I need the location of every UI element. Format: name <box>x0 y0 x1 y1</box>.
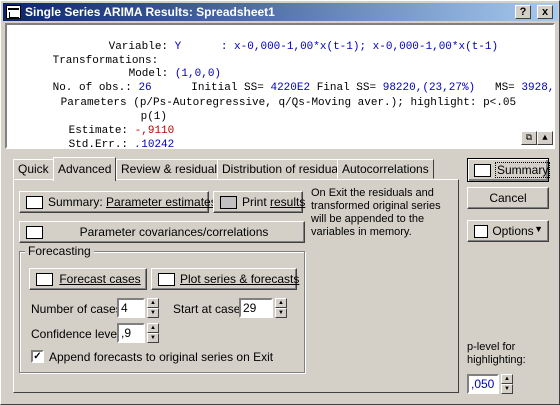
tab-distribution-residuals[interactable]: Distribution of residuals <box>217 159 352 179</box>
stderr-label: Std.Err.: <box>68 139 129 149</box>
start-at-input[interactable]: 29 <box>239 298 273 318</box>
plot-series-forecasts-button[interactable]: Plot series & forecasts <box>151 268 300 290</box>
start-at-up-icon[interactable]: ▲ <box>275 298 287 308</box>
options-label: Options <box>492 224 534 238</box>
num-cases-label: Number of cases: <box>31 302 126 316</box>
start-at-down-icon[interactable]: ▼ <box>275 308 287 318</box>
param-cov-label: Parameter covariances/correlations <box>79 225 269 239</box>
stderr-value: ,10242 <box>134 139 175 149</box>
title-bar: Single Series ARIMA Results: Spreadsheet… <box>3 3 558 21</box>
plot-series-label: Plot series & forecasts <box>180 272 300 286</box>
start-at-label: Start at case: <box>173 302 244 316</box>
print-results-label: results <box>270 195 306 209</box>
num-cases-up-icon[interactable]: ▲ <box>147 298 159 308</box>
options-icon <box>474 225 488 238</box>
spreadsheet-icon <box>6 5 21 19</box>
confidence-input[interactable]: ,9 <box>117 323 145 343</box>
close-button[interactable]: x <box>537 5 553 19</box>
cancel-label: Cancel <box>489 191 527 205</box>
tab-quick[interactable]: Quick <box>13 159 54 179</box>
append-forecasts-checkbox[interactable]: ✓ <box>31 350 44 363</box>
printer-icon <box>220 196 237 209</box>
variable-desc: : x-0,000-1,00*x(t-1); x-0,000-1,00*x(t-… <box>220 41 499 53</box>
variable-name: Y <box>174 41 182 53</box>
grid-icon <box>26 226 43 239</box>
options-button[interactable]: Options ▼ <box>467 220 549 242</box>
help-button[interactable]: ? <box>515 5 531 19</box>
plevel-down-icon[interactable]: ▼ <box>501 384 513 394</box>
tab-autocorrelations[interactable]: Autocorrelations <box>337 159 434 179</box>
exit-note: On Exit the residuals and transformed or… <box>311 187 441 238</box>
cancel-button[interactable]: Cancel <box>467 187 549 209</box>
confidence-label: Confidence level: <box>31 327 124 341</box>
forecasting-group-title: Forecasting <box>25 244 94 258</box>
print-prefix: Print <box>242 195 271 209</box>
forecast-cases-label: Forecast cases <box>59 272 141 286</box>
summary-button[interactable]: Summary <box>467 158 551 182</box>
forecast-cases-button[interactable]: Forecast cases <box>29 268 147 290</box>
summary-label: Summary <box>494 162 551 178</box>
summary-param-label: Parameter estimates <box>106 195 217 209</box>
parameter-covariances-button[interactable]: Parameter covariances/correlations <box>19 221 305 243</box>
confidence-down-icon[interactable]: ▼ <box>147 333 159 343</box>
expand-up-icon[interactable]: ▲ <box>537 131 553 145</box>
copy-icon[interactable]: ⧉ <box>521 131 537 145</box>
plevel-input[interactable]: ,050 <box>467 374 499 394</box>
window-title: Single Series ARIMA Results: Spreadsheet… <box>25 5 275 19</box>
results-output-area[interactable]: Variable: Y : x-0,000-1,00*x(t-1); x-0,0… <box>5 23 555 149</box>
plevel-up-icon[interactable]: ▲ <box>501 374 513 384</box>
forecast-table-icon <box>36 273 53 286</box>
dropdown-arrow-icon: ▼ <box>534 224 543 234</box>
num-cases-down-icon[interactable]: ▼ <box>147 308 159 318</box>
confidence-up-icon[interactable]: ▲ <box>147 323 159 333</box>
tab-review-residuals[interactable]: Review & residuals <box>116 159 229 179</box>
append-forecasts-label: Append forecasts to original series on E… <box>49 350 274 364</box>
ms-value: 3928,8 <box>521 82 555 94</box>
print-results-button[interactable]: Print results <box>213 191 306 213</box>
summary-parameter-estimates-button[interactable]: Summary: Parameter estimates <box>19 191 217 213</box>
tab-advanced[interactable]: Advanced <box>53 157 117 181</box>
num-cases-input[interactable]: 4 <box>117 298 145 318</box>
summary-table-icon <box>474 164 491 177</box>
line-chart-icon <box>158 273 175 286</box>
arima-results-window: Single Series ARIMA Results: Spreadsheet… <box>0 0 560 405</box>
table-summary-icon <box>26 196 43 209</box>
plevel-label: p-level for highlighting: <box>467 341 526 366</box>
summary-prefix: Summary: <box>48 195 107 209</box>
